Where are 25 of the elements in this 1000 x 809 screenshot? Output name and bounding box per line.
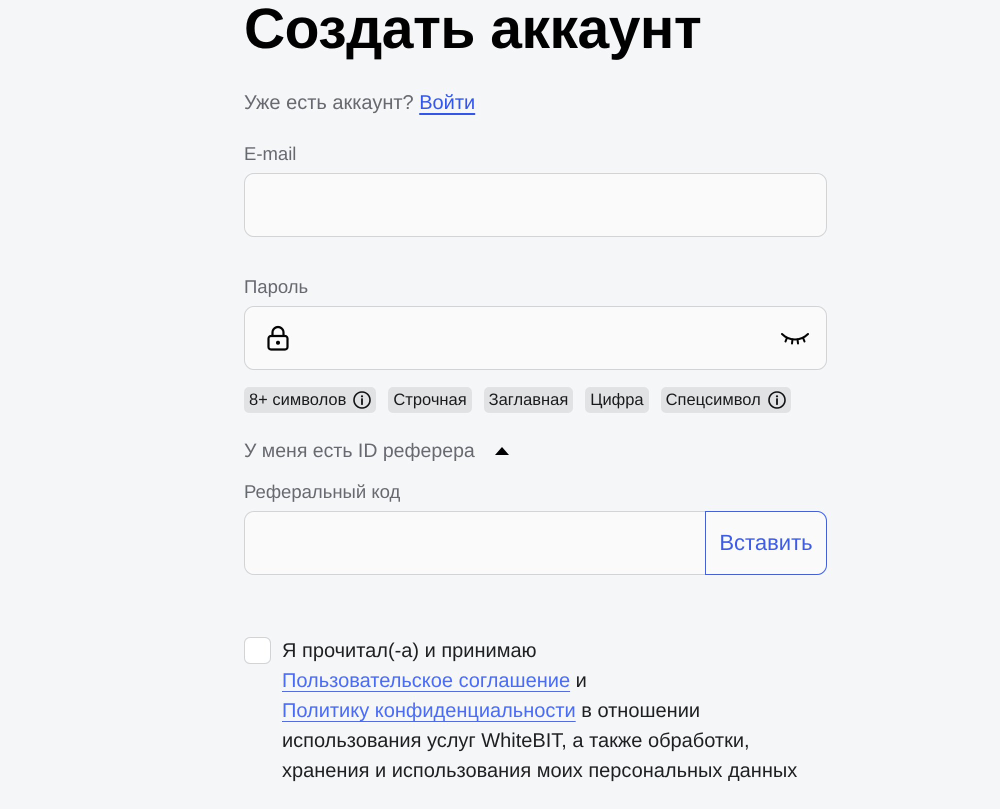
page-title: Создать аккаунт: [244, 0, 702, 58]
referrer-toggle[interactable]: У меня есть ID реферера: [244, 440, 509, 462]
policy-link[interactable]: Политику конфиденциальности: [282, 700, 576, 722]
paste-button[interactable]: Вставить: [705, 511, 827, 575]
field-label: Реферальный код: [244, 481, 400, 503]
password-rule-label: Строчная: [393, 390, 467, 410]
policy-link[interactable]: Пользовательское соглашение: [282, 670, 570, 692]
login-prompt: Уже есть аккаунт? Войти: [244, 91, 476, 115]
field-label: E-mail: [244, 143, 296, 165]
eye-closed-icon: [781, 332, 809, 344]
field-label: Пароль: [244, 276, 308, 298]
login-link[interactable]: Войти: [419, 92, 476, 114]
password-field[interactable]: [244, 306, 827, 370]
info-icon[interactable]: [353, 391, 372, 409]
referral-code-input[interactable]: [244, 511, 705, 575]
email-input[interactable]: [244, 173, 827, 237]
password-rule-label: 8+ символов: [249, 390, 346, 410]
password-rule-label: Спецсимвол: [666, 390, 761, 410]
password-rule-label: Заглавная: [488, 390, 568, 410]
visibility-toggle[interactable]: [781, 332, 809, 344]
info-icon[interactable]: [768, 391, 786, 409]
consent-text: Я прочитал(-а) и принимаю Пользовательское соглашение и Политику конфиденциальности в отношении использования услуг WhiteBIT, а также обработки, хранения и использования моих персональных данных: [282, 639, 798, 784]
consent-checkbox[interactable]: [244, 637, 271, 664]
lock-icon: [267, 325, 289, 351]
password-rule-label: Цифра: [590, 390, 644, 410]
